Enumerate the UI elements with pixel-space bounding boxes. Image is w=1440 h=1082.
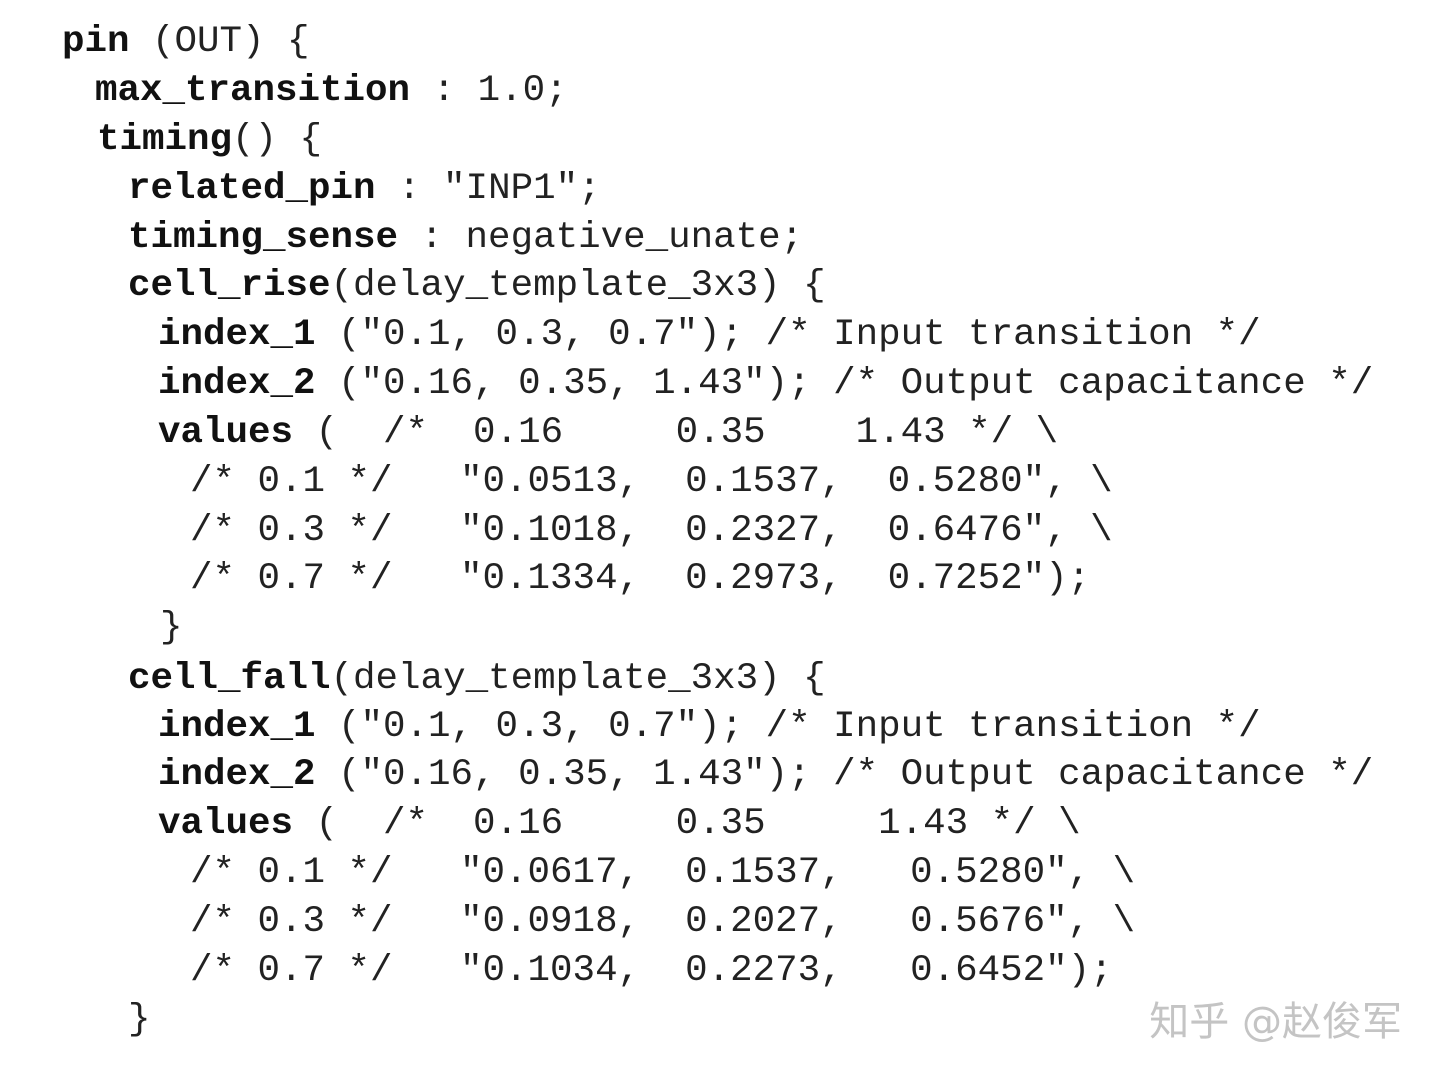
code-line: /* 0.1 */ "0.0617, 0.1537, 0.5280", \ <box>190 851 1135 895</box>
code-text: /* 0.1 */ "0.0617, 0.1537, 0.5280", \ <box>190 852 1136 894</box>
code-text: (delay_template_3x3) { <box>330 265 826 307</box>
code-line: max_transition : 1.0; <box>95 69 568 113</box>
code-keyword: index_1 <box>158 706 316 748</box>
code-text: /* 0.7 */ "0.1034, 0.2273, 0.6452"); <box>190 950 1113 992</box>
code-text: ( /* 0.16 0.35 1.43 */ \ <box>293 803 1081 845</box>
code-keyword: values <box>158 412 294 454</box>
code-line: values ( /* 0.16 0.35 1.43 */ \ <box>158 411 1058 455</box>
code-text: ("0.16, 0.35, 1.43"); /* Output capacita… <box>315 754 1374 796</box>
code-listing: pin (OUT) { max_transition : 1.0; timing… <box>0 0 1440 1082</box>
code-text: : negative_unate; <box>398 217 804 259</box>
code-keyword: cell_fall <box>128 658 331 700</box>
code-text: /* 0.3 */ "0.1018, 0.2327, 0.6476", \ <box>190 510 1113 552</box>
code-text: : "INP1"; <box>375 168 601 210</box>
code-line: index_2 ("0.16, 0.35, 1.43"); /* Output … <box>158 753 1373 797</box>
code-text: ("0.16, 0.35, 1.43"); /* Output capacita… <box>315 363 1374 405</box>
watermark: 知乎 @赵俊军 <box>1149 999 1402 1045</box>
code-text: /* 0.1 */ "0.0513, 0.1537, 0.5280", \ <box>190 461 1113 503</box>
code-text: ( /* 0.16 0.35 1.43 */ \ <box>293 412 1059 454</box>
code-text: (OUT) { <box>129 21 310 63</box>
code-line: index_2 ("0.16, 0.35, 1.43"); /* Output … <box>158 362 1373 406</box>
code-keyword: index_2 <box>158 754 316 796</box>
code-keyword: timing <box>97 119 233 161</box>
code-line: /* 0.1 */ "0.0513, 0.1537, 0.5280", \ <box>190 460 1113 504</box>
code-line: /* 0.7 */ "0.1334, 0.2973, 0.7252"); <box>190 557 1090 601</box>
code-line: } <box>128 998 151 1042</box>
code-line: pin (OUT) { <box>62 20 310 64</box>
code-line: } <box>160 606 183 650</box>
code-text: : 1.0; <box>410 70 568 112</box>
code-line: index_1 ("0.1, 0.3, 0.7"); /* Input tran… <box>158 313 1261 357</box>
code-keyword: index_2 <box>158 363 316 405</box>
code-line: /* 0.7 */ "0.1034, 0.2273, 0.6452"); <box>190 949 1113 993</box>
code-text: () { <box>232 119 323 161</box>
code-text: ("0.1, 0.3, 0.7"); /* Input transition *… <box>315 314 1261 356</box>
code-keyword: timing_sense <box>128 217 399 259</box>
code-line: /* 0.3 */ "0.1018, 0.2327, 0.6476", \ <box>190 509 1113 553</box>
code-text: ("0.1, 0.3, 0.7"); /* Input transition *… <box>315 706 1261 748</box>
code-text: } <box>128 999 151 1041</box>
code-keyword: pin <box>62 21 130 63</box>
code-keyword: index_1 <box>158 314 316 356</box>
code-line: timing() { <box>97 118 322 162</box>
code-keyword: cell_rise <box>128 265 331 307</box>
code-text: } <box>160 607 183 649</box>
code-line: related_pin : "INP1"; <box>128 167 601 211</box>
code-line: cell_fall(delay_template_3x3) { <box>128 657 826 701</box>
code-line: timing_sense : negative_unate; <box>128 216 803 260</box>
code-keyword: max_transition <box>95 70 411 112</box>
code-keyword: values <box>158 803 294 845</box>
code-line: index_1 ("0.1, 0.3, 0.7"); /* Input tran… <box>158 705 1261 749</box>
code-line: values ( /* 0.16 0.35 1.43 */ \ <box>158 802 1081 846</box>
code-text: (delay_template_3x3) { <box>330 658 826 700</box>
code-text: /* 0.7 */ "0.1334, 0.2973, 0.7252"); <box>190 558 1091 600</box>
code-keyword: related_pin <box>128 168 376 210</box>
code-line: cell_rise(delay_template_3x3) { <box>128 264 826 308</box>
code-text: /* 0.3 */ "0.0918, 0.2027, 0.5676", \ <box>190 901 1136 943</box>
code-line: /* 0.3 */ "0.0918, 0.2027, 0.5676", \ <box>190 900 1135 944</box>
